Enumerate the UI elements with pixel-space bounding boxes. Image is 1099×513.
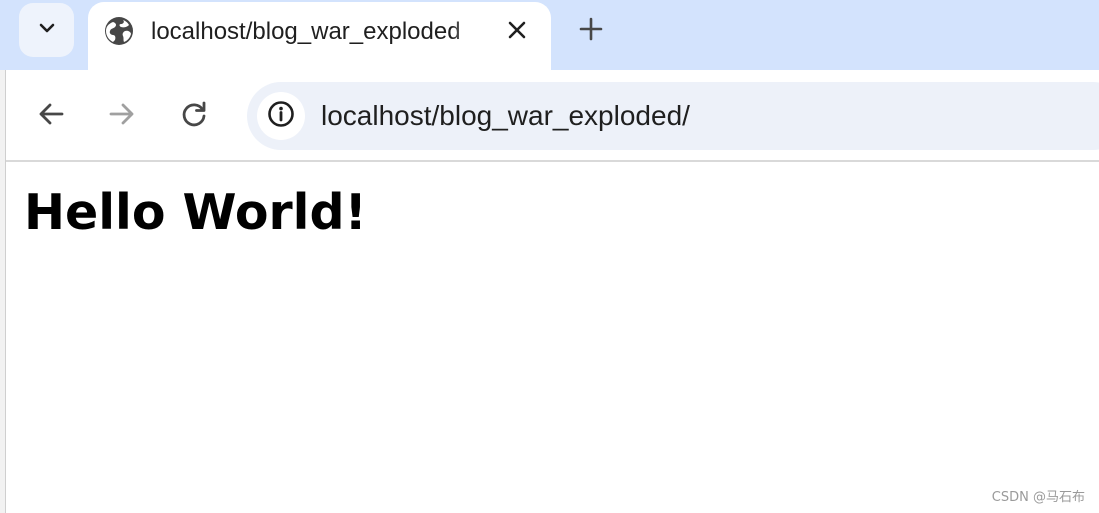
reload-icon: [180, 100, 208, 132]
globe-icon: [104, 16, 134, 46]
chevron-down-icon: [37, 18, 57, 42]
new-tab-button[interactable]: [573, 13, 609, 49]
tab-strip: localhost/blog_war_exploded: [0, 0, 1099, 70]
browser-window: localhost/blog_war_exploded localhost/bl…: [0, 0, 1099, 513]
url-input[interactable]: [321, 96, 1081, 136]
toolbar: [6, 70, 1099, 162]
back-button[interactable]: [33, 98, 69, 134]
reload-button[interactable]: [176, 98, 212, 134]
arrow-right-icon: [108, 100, 136, 132]
close-icon: [507, 20, 527, 44]
info-icon: [267, 100, 295, 132]
active-tab[interactable]: localhost/blog_war_exploded: [88, 2, 551, 70]
arrow-left-icon: [37, 100, 65, 132]
plus-icon: [579, 17, 603, 45]
page-heading: Hello World!: [24, 184, 367, 241]
page-content: Hello World! CSDN @马石布: [6, 162, 1099, 513]
address-bar[interactable]: [247, 82, 1099, 150]
tab-title: localhost/blog_war_exploded: [151, 18, 461, 45]
tab-search-button[interactable]: [19, 3, 74, 57]
site-info-button[interactable]: [257, 92, 305, 140]
tab-close-button[interactable]: [501, 16, 533, 48]
forward-button[interactable]: [104, 98, 140, 134]
watermark: CSDN @马石布: [991, 490, 1085, 505]
